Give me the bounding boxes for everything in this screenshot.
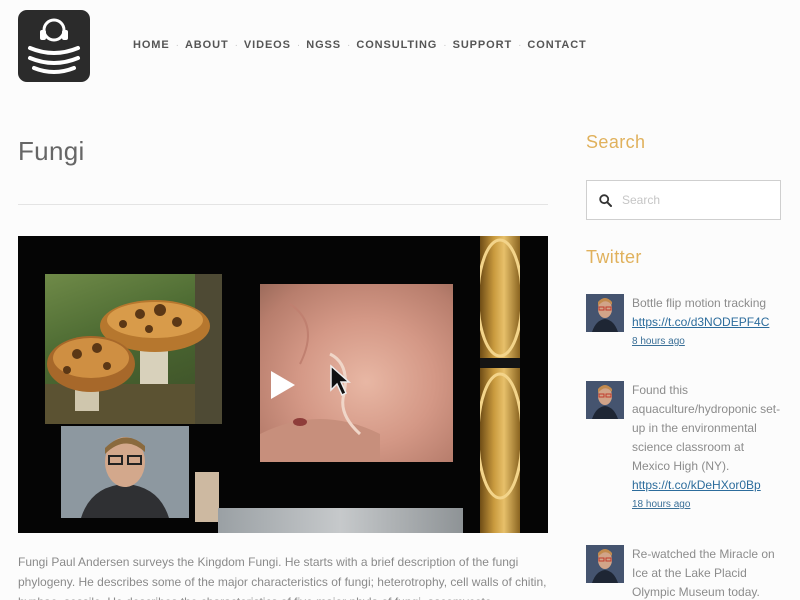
- tweet-timestamp[interactable]: 18 hours ago: [632, 497, 782, 513]
- video-player[interactable]: [18, 236, 548, 533]
- search-input[interactable]: [622, 193, 772, 207]
- presenter-video-thumbnail: [61, 426, 189, 518]
- tweet-text: Found this aquaculture/hydroponic set-up…: [632, 383, 781, 473]
- avatar[interactable]: [586, 294, 624, 332]
- tweet-link[interactable]: https://t.co/kDeHXor0Bp: [632, 476, 782, 495]
- tweet-timestamp[interactable]: 8 hours ago: [632, 334, 782, 350]
- nav-separator: ·: [518, 39, 522, 51]
- tweet-link[interactable]: https://t.co/d3NODEPF4C: [632, 313, 782, 332]
- title-divider: [18, 204, 548, 205]
- twitter-heading: Twitter: [586, 247, 642, 267]
- cursor-icon: [330, 364, 351, 397]
- main-nav: HOME · ABOUT · VIDEOS · NGSS · CONSULTIN…: [133, 39, 587, 51]
- nav-separator: ·: [347, 39, 351, 51]
- nav-consulting[interactable]: CONSULTING: [356, 39, 437, 51]
- nav-contact[interactable]: CONTACT: [527, 39, 586, 51]
- nav-separator: ·: [296, 39, 301, 51]
- nav-home[interactable]: HOME: [133, 39, 170, 51]
- avatar[interactable]: [586, 381, 624, 419]
- nav-ngss[interactable]: NGSS: [306, 39, 341, 51]
- nav-separator: ·: [175, 39, 179, 51]
- coins-image: [476, 236, 524, 533]
- play-icon[interactable]: [263, 367, 299, 403]
- bottom-strip-image: [218, 508, 463, 533]
- nav-videos[interactable]: VIDEOS: [244, 39, 291, 51]
- nav-separator: ·: [443, 39, 447, 51]
- tweet-text: Re-watched the Miracle on Ice at the Lak…: [632, 547, 775, 599]
- search-box[interactable]: [586, 180, 781, 220]
- search-icon: [599, 193, 612, 207]
- site-logo[interactable]: [18, 10, 90, 82]
- avatar[interactable]: [586, 545, 624, 583]
- nav-support[interactable]: SUPPORT: [453, 39, 512, 51]
- nav-about[interactable]: ABOUT: [185, 39, 229, 51]
- search-heading: Search: [586, 132, 646, 152]
- nav-separator: ·: [234, 39, 238, 51]
- video-description: Fungi Paul Andersen surveys the Kingdom …: [18, 555, 547, 600]
- page-title: Fungi: [18, 136, 85, 166]
- headphones-signal-logo-icon: [28, 18, 80, 74]
- tweet-text: Bottle flip motion tracking: [632, 296, 767, 310]
- texture-image: [195, 472, 219, 522]
- mushroom-image: [45, 274, 222, 424]
